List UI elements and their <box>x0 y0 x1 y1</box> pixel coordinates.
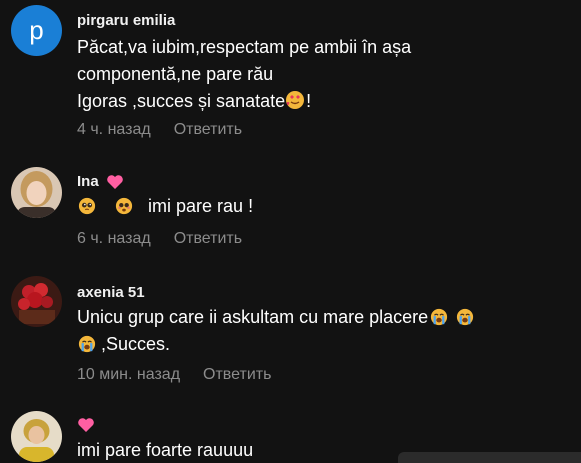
avatar-photo <box>11 411 62 462</box>
comment-line: Păcat,va iubim,respectam pe ambii în așa <box>77 37 412 57</box>
pleading-face-icon <box>115 197 133 215</box>
comment-line: ,Succes. <box>77 331 476 358</box>
smiling-face-with-hearts-icon <box>286 91 305 109</box>
comments-list: p pirgaru emilia Păcat,va iubim,respecta… <box>0 0 581 463</box>
comment-meta: 4 ч. назад Ответить <box>77 121 242 139</box>
avatar[interactable] <box>11 276 62 327</box>
loudly-crying-face-icon <box>78 335 96 353</box>
avatar[interactable] <box>11 167 62 218</box>
comment-author[interactable]: Ina <box>77 173 124 190</box>
pleading-face-icon <box>78 197 96 215</box>
comment-line-text: Igoras ,succes și sanatate <box>77 91 286 111</box>
comment-time: 6 ч. назад <box>77 230 151 247</box>
loudly-crying-face-icon <box>431 308 448 326</box>
avatar[interactable]: p <box>11 5 62 56</box>
comment-author[interactable]: pirgaru emilia <box>77 12 175 29</box>
comment-line-suffix: ! <box>306 91 312 111</box>
overlay-popup <box>398 452 581 463</box>
comment-meta: 10 мин. назад Ответить <box>77 366 271 384</box>
comment-text: imi pare foarte rauuuu <box>77 440 254 460</box>
comment-line-text: ,Succes. <box>101 334 171 354</box>
comment-text: Păcat,va iubim,respectam pe ambii în așa… <box>77 34 411 115</box>
comment-time: 10 мин. назад <box>77 366 181 383</box>
comment-text: imi pare rau ! <box>77 193 253 220</box>
avatar[interactable] <box>11 411 62 462</box>
comment-author[interactable] <box>77 416 95 433</box>
comment-meta: 6 ч. назад Ответить <box>77 230 242 248</box>
pink-heart-icon <box>107 175 123 190</box>
reply-button[interactable]: Ответить <box>174 230 242 247</box>
comment-line-text: imi pare rau ! <box>148 196 254 216</box>
author-name: Ina <box>77 173 99 190</box>
reply-button[interactable]: Ответить <box>203 366 271 383</box>
avatar-photo <box>11 276 62 327</box>
avatar-photo <box>11 167 62 218</box>
loudly-crying-face-icon <box>457 308 474 326</box>
pink-heart-icon <box>78 418 94 433</box>
comment-line: componentă,ne pare rău <box>77 64 274 84</box>
comment-text: Unicu grup care ii askultam cu mare plac… <box>77 304 476 358</box>
reply-button[interactable]: Ответить <box>174 121 242 138</box>
comment-line: Igoras ,succes și sanatate ! <box>77 88 411 115</box>
comment-author[interactable]: axenia 51 <box>77 284 145 301</box>
comment-line-text: Unicu grup care ii askultam cu mare plac… <box>77 307 429 327</box>
comment-time: 4 ч. назад <box>77 121 151 138</box>
comment-line: Unicu grup care ii askultam cu mare plac… <box>77 304 476 331</box>
